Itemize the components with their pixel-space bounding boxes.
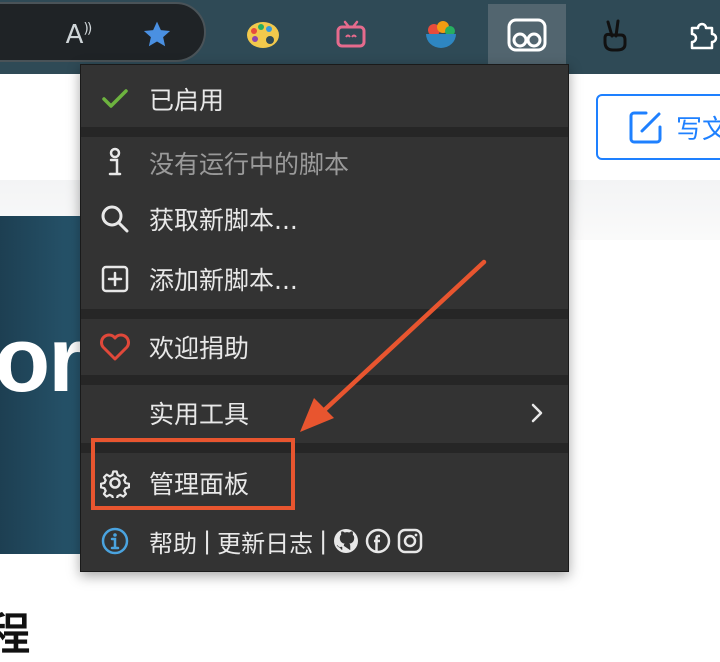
annotation-arrow-icon (300, 259, 487, 432)
